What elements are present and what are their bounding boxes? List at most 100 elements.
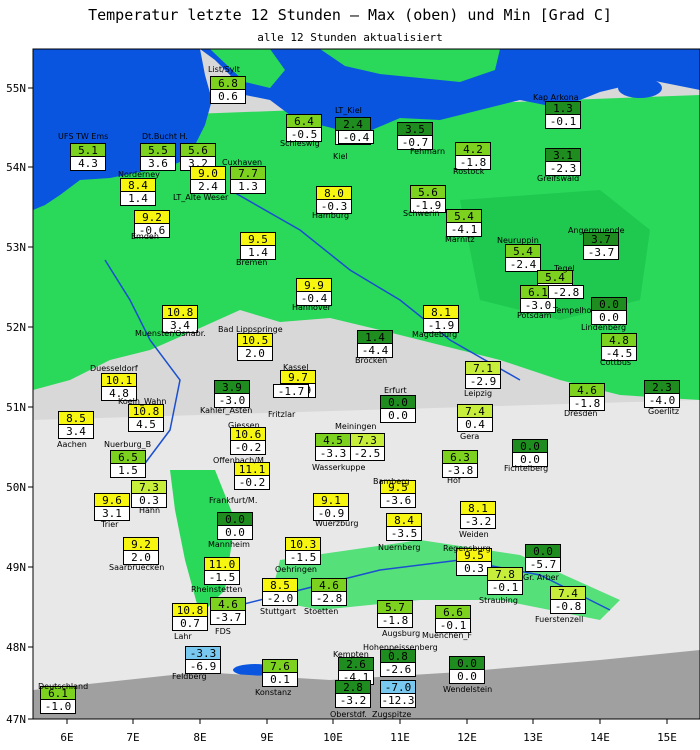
station-marker: 0.0 -5.7 [525,544,561,572]
station-min: -3.6 [380,494,416,508]
station-name: Tempelhof [553,306,595,315]
station-marker: 1.3 -0.1 [545,101,581,129]
station-min: 0.1 [262,673,298,687]
station-max: 10.8 [128,404,164,418]
station-name: Wendelstein [443,685,493,694]
station-marker: 10.8 4.5 [128,404,164,432]
station-marker: 6.5 1.5 [110,450,146,478]
station-marker: 0.0 0.0 [380,395,416,423]
station-min: -5.7 [525,558,561,572]
station-marker: 1.4 -4.4 [357,330,393,358]
station-name: Leipzig [464,389,493,398]
station-min: 3.1 [94,507,130,521]
station-max: -7.0 [380,680,416,694]
station-min: 0.0 [217,526,253,540]
station-name: Brocken [355,356,388,365]
x-tick-label: 9E [260,731,273,744]
station-max: 2.6 [338,657,374,671]
station-marker: 8.1 -1.9 [423,305,459,333]
station-max: 2.3 [644,380,680,394]
station-max: 3.9 [214,380,250,394]
station-marker: 7.3 0.3 [131,480,167,508]
station-max: 7.4 [550,586,586,600]
station-marker: 11.0 -1.5 [204,557,240,585]
y-tick-label: 51N [6,401,26,414]
station-min: -3.7 [583,246,619,260]
station-max: 0.0 [449,656,485,670]
station-name: Nuernberg [378,543,421,552]
station-marker: -2.8 [548,285,584,299]
station-marker: 4.5 -3.3 [315,433,351,461]
station-max: 5.6 [410,185,446,199]
x-tick-label: 8E [193,731,206,744]
station-max: 6.8 [210,76,246,90]
station-name: Marnitz [445,235,475,244]
station-name: Augsburg [382,629,421,638]
station-max: 6.5 [110,450,146,464]
station-marker: 9.9 -0.4 [296,278,332,306]
station-name: Kiel [333,152,348,161]
station-max: 8.1 [423,305,459,319]
station-name: Hohenpeissenberg [363,643,438,652]
station-name: Bamberg [373,477,410,486]
station-name: Neuruppin [497,236,539,245]
station-min: -2.5 [349,447,385,461]
station-max: 2.8 [335,680,371,694]
y-tick-label: 47N [6,713,26,726]
station-min: 3.6 [140,157,176,171]
station-marker: 11.1 -0.2 [234,462,270,490]
station-min: -0.1 [487,581,523,595]
station-max: 9.7 [280,370,316,384]
station-min: -3.7 [210,611,246,625]
station-marker: 8.5 3.4 [58,411,94,439]
station-max: 10.5 [237,333,273,347]
station-name: Konstanz [255,688,292,697]
station-max: 0.0 [380,395,416,409]
station-max: 7.1 [465,361,501,375]
station-max: 8.5 [262,578,298,592]
y-tick-label: 54N [6,161,26,174]
station-marker: 7.1 -2.9 [465,361,501,389]
station-marker: 7.3 -2.5 [349,433,385,461]
station-marker: 3.5 -0.7 [397,122,433,150]
station-marker: 8.0 -0.3 [316,186,352,214]
station-min: 0.0 [380,409,416,423]
station-max: 9.6 [94,493,130,507]
station-name: Aachen [57,440,87,449]
station-marker: 0.0 0.0 [512,439,548,467]
station-name: Gera [460,432,480,441]
station-max: 9.5 [240,232,276,246]
station-name: Kassel [283,363,309,372]
station-name: Oehringen [275,565,317,574]
station-name: Greifswald [537,174,580,183]
lake-ice [618,78,662,98]
station-name: Kap Arkona [533,93,579,102]
station-marker: 8.1 -3.2 [460,501,496,529]
station-name: Gr. Arber [523,573,559,582]
station-min: -1.5 [204,571,240,585]
station-name: Weiden [459,530,489,539]
station-min: 0.7 [172,617,208,631]
station-name: Saarbruecken [109,563,165,572]
station-name: Trier [101,520,119,529]
station-marker: 8.4 -3.5 [386,513,422,541]
station-max: 6.4 [286,114,322,128]
station-name: Bremen [236,258,268,267]
station-marker: 4.6 -1.8 [569,383,605,411]
station-marker: 7.6 0.1 [262,659,298,687]
station-max: 7.6 [262,659,298,673]
station-name: UFS TW Ems [58,132,109,141]
station-max: 10.3 [285,537,321,551]
station-marker: 9.5 1.4 [240,232,276,260]
station-min: -1.7 [273,384,309,398]
y-tick-label: 52N [6,321,26,334]
station-marker: 9.2 2.0 [123,537,159,565]
station-max: -3.3 [185,646,221,660]
station-min: 2.4 [190,180,226,194]
station-name: Fichtelberg [504,464,549,473]
y-tick-label: 50N [6,481,26,494]
station-name: Kempten [333,650,369,659]
station-name: Lahr [174,632,192,641]
station-name: Bad Lippspringe [218,325,283,334]
station-min: -1.0 [40,700,76,714]
